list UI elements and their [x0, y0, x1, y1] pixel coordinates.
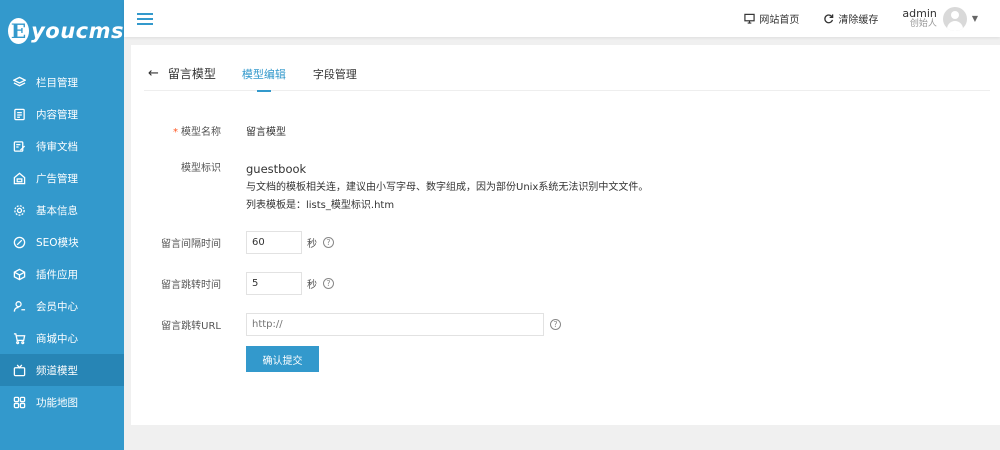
tv-icon	[12, 363, 26, 377]
required-mark: *	[173, 127, 178, 138]
menu-toggle-icon[interactable]	[137, 10, 153, 28]
chevron-down-icon[interactable]: ▼	[972, 14, 978, 23]
site-home-link[interactable]: 网站首页	[744, 11, 799, 26]
jump-url-row: 留言跳转URL ?	[131, 313, 561, 336]
interval-unit: 秒	[307, 239, 317, 250]
user-info: admin 创始人	[902, 6, 937, 30]
sidebar-item-basic-info[interactable]: 基本信息	[0, 194, 124, 226]
sidebar-item-label: 广告管理	[36, 172, 78, 185]
model-name-label: * 模型名称	[131, 123, 221, 138]
user-role: 创始人	[909, 18, 937, 29]
logo-text: youcms	[31, 19, 124, 43]
arrow-left-icon: ←	[148, 66, 159, 81]
sidebar-item-label: 功能地图	[36, 396, 78, 409]
site-home-label: 网站首页	[759, 15, 800, 26]
sidebar-item-label: 内容管理	[36, 108, 78, 121]
help-icon[interactable]: ?	[323, 237, 334, 248]
sidebar-item-label: 频道模型	[36, 364, 78, 377]
sidebar-item-feature-map[interactable]: 功能地图	[0, 386, 124, 418]
clear-cache-link[interactable]: 清除缓存	[823, 11, 878, 26]
sidebar-item-seo[interactable]: SEO模块	[0, 226, 124, 258]
sidebar-item-category[interactable]: 栏目管理	[0, 66, 124, 98]
template-hint: 列表模板是：lists_模型标识.htm	[246, 199, 395, 211]
model-id-value: guestbook	[246, 162, 307, 176]
sidebar-item-plugins[interactable]: 插件应用	[0, 258, 124, 290]
interval-label: 留言间隔时间	[161, 239, 221, 250]
jump-time-label: 留言跳转时间	[161, 280, 221, 291]
tab-model-edit[interactable]: 模型编辑	[242, 57, 286, 91]
help-icon[interactable]: ?	[550, 319, 561, 330]
model-id-row: 模型标识 guestbook 与文档的模板相关连，建议由小写字母、数字组成，因为…	[131, 159, 648, 214]
grid-icon	[12, 395, 26, 409]
model-name-row: * 模型名称 留言模型	[131, 123, 286, 138]
help-icon[interactable]: ?	[323, 278, 334, 289]
tab-field-management[interactable]: 字段管理	[313, 57, 357, 91]
jump-time-row: 留言跳转时间 秒 ?	[131, 272, 334, 295]
model-id-hint: 与文档的模板相关连，建议由小写字母、数字组成，因为部份Unix系统无法识别中文文…	[246, 182, 649, 194]
sidebar: E youcms 栏目管理 内容管理 待审文档 广告管理 基本信息 SEO模块	[0, 0, 124, 450]
sidebar-item-channel-model[interactable]: 频道模型	[0, 354, 124, 386]
jump-time-unit: 秒	[307, 280, 317, 291]
user-menu[interactable]: admin 创始人 ▼	[902, 6, 978, 31]
sidebar-item-ads[interactable]: 广告管理	[0, 162, 124, 194]
sidebar-nav: 栏目管理 内容管理 待审文档 广告管理 基本信息 SEO模块 插件应用 会员中心…	[0, 66, 124, 418]
sidebar-item-members[interactable]: 会员中心	[0, 290, 124, 322]
jump-url-label: 留言跳转URL	[161, 321, 221, 332]
sidebar-item-pending[interactable]: 待审文档	[0, 130, 124, 162]
sidebar-item-label: 会员中心	[36, 300, 78, 313]
tab-bar: ← 留言模型 模型编辑 字段管理	[144, 57, 990, 91]
sidebar-item-label: 待审文档	[36, 140, 78, 153]
monitor-icon	[744, 13, 756, 24]
jump-time-input[interactable]	[246, 272, 302, 295]
edit-doc-icon	[12, 139, 26, 153]
back-label: 留言模型	[167, 67, 216, 81]
refresh-icon	[824, 14, 834, 24]
user-icon	[12, 299, 26, 313]
topbar-actions: 网站首页 清除缓存 admin 创始人 ▼	[744, 6, 1000, 31]
submit-button[interactable]: 确认提交	[246, 346, 319, 372]
interval-row: 留言间隔时间 秒 ?	[131, 231, 334, 254]
model-id-label: 模型标识	[181, 163, 221, 174]
gear-icon	[12, 203, 26, 217]
sidebar-item-label: 商城中心	[36, 332, 78, 345]
box-icon	[12, 267, 26, 281]
sidebar-item-content[interactable]: 内容管理	[0, 98, 124, 130]
logo-mark: E	[8, 18, 30, 44]
main-panel: ← 留言模型 模型编辑 字段管理 * 模型名称 留言模型 模型标识 guestbo…	[131, 45, 1000, 425]
clear-cache-label: 清除缓存	[838, 15, 879, 26]
model-name-label-text: 模型名称	[181, 127, 221, 138]
model-name-value: 留言模型	[246, 127, 286, 138]
sidebar-item-label: SEO模块	[36, 236, 79, 249]
back-button[interactable]: ← 留言模型	[148, 65, 216, 82]
logo[interactable]: E youcms	[0, 0, 124, 62]
seo-icon	[12, 235, 26, 249]
document-icon	[12, 107, 26, 121]
sidebar-item-shop[interactable]: 商城中心	[0, 322, 124, 354]
cart-icon	[12, 331, 26, 345]
interval-input[interactable]	[246, 231, 302, 254]
user-name: admin	[902, 6, 937, 20]
avatar[interactable]	[942, 6, 967, 31]
sidebar-item-label: 插件应用	[36, 268, 78, 281]
layers-icon	[12, 75, 26, 89]
ad-icon	[12, 171, 26, 185]
topbar: 网站首页 清除缓存 admin 创始人 ▼	[124, 0, 1000, 37]
jump-url-input[interactable]	[246, 313, 544, 336]
sidebar-item-label: 基本信息	[36, 204, 78, 217]
model-id-block: guestbook 与文档的模板相关连，建议由小写字母、数字组成，因为部份Uni…	[246, 159, 648, 214]
sidebar-item-label: 栏目管理	[36, 76, 78, 89]
